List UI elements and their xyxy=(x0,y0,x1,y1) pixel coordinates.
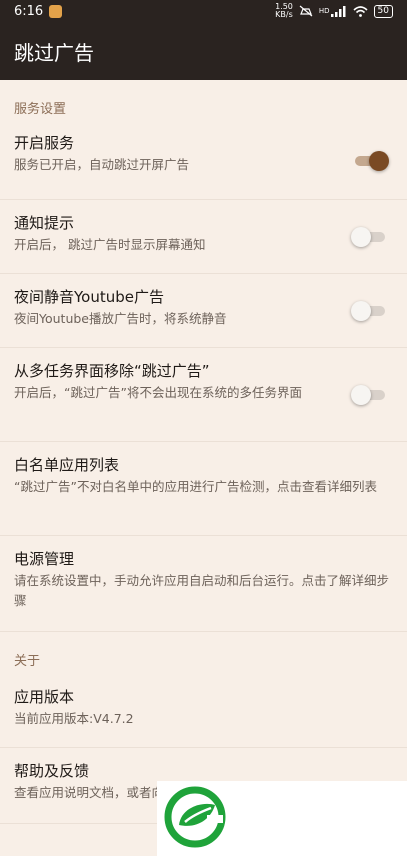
setting-title: 从多任务界面移除“跳过广告” xyxy=(14,362,210,380)
battery-indicator: 50 xyxy=(373,4,393,18)
setting-notification[interactable]: 通知提示 开启后， 跳过广告时显示屏幕通知 xyxy=(0,200,407,274)
app-bar: 跳过广告 xyxy=(0,22,407,80)
setting-whitelist[interactable]: 白名单应用列表 “跳过广告”不对白名单中的应用进行广告检测，点击查看详细列表 xyxy=(0,442,407,536)
setting-subtitle: 请在系统设置中，手动允许应用自启动和后台运行。点击了解详细步骤 xyxy=(14,573,390,608)
page-title: 跳过广告 xyxy=(14,40,94,65)
app-notification-icon xyxy=(49,4,63,18)
setting-enable-service[interactable]: 开启服务 服务已开启，自动跳过开屏广告 xyxy=(0,122,407,200)
toggle-knob xyxy=(369,150,389,171)
setting-app-version[interactable]: 应用版本 当前应用版本:V4.7.2 xyxy=(0,674,407,748)
net-speed: 1.50 KB/s xyxy=(275,3,293,19)
setting-subtitle: 当前应用版本:V4.7.2 xyxy=(14,711,134,726)
setting-title: 通知提示 xyxy=(14,214,75,232)
setting-subtitle: 开启后， 跳过广告时显示屏幕通知 xyxy=(14,237,206,252)
setting-subtitle: 服务已开启，自动跳过开屏广告 xyxy=(14,157,190,172)
hide-from-recents-toggle[interactable] xyxy=(351,384,385,405)
status-bar: 6:16 1.50 KB/s HD 50 xyxy=(0,0,407,22)
setting-title: 白名单应用列表 xyxy=(14,456,120,474)
toggle-knob xyxy=(351,226,371,247)
settings-list: 服务设置 开启服务 服务已开启，自动跳过开屏广告 通知提示 开启后， 跳过广告时… xyxy=(0,80,407,824)
wifi-icon xyxy=(353,5,368,17)
setting-subtitle: “跳过广告”不对白名单中的应用进行广告检测，点击查看详细列表 xyxy=(14,479,377,494)
toggle-knob xyxy=(351,384,371,405)
setting-title: 帮助及反馈 xyxy=(14,762,90,780)
setting-title: 夜间静音Youtube广告 xyxy=(14,288,164,306)
watermark-logo xyxy=(157,781,407,856)
network-label: HD xyxy=(318,7,330,15)
setting-hide-from-recents[interactable]: 从多任务界面移除“跳过广告” 开启后，“跳过广告”将不会出现在系统的多任务界面 xyxy=(0,348,407,442)
signal-icon: HD xyxy=(318,5,347,17)
setting-night-mute-youtube[interactable]: 夜间静音Youtube广告 夜间Youtube播放广告时，将系统静音 xyxy=(0,274,407,348)
net-speed-unit: KB/s xyxy=(275,10,293,19)
setting-title: 电源管理 xyxy=(14,550,75,568)
toggle-knob xyxy=(351,300,371,321)
leaf-logo-icon xyxy=(163,785,227,853)
section-header-service: 服务设置 xyxy=(14,102,67,117)
setting-power-management[interactable]: 电源管理 请在系统设置中，手动允许应用自启动和后台运行。点击了解详细步骤 xyxy=(0,536,407,632)
setting-subtitle: 开启后，“跳过广告”将不会出现在系统的多任务界面 xyxy=(14,385,302,400)
enable-service-toggle[interactable] xyxy=(355,150,389,171)
setting-title: 开启服务 xyxy=(14,134,75,152)
mute-icon xyxy=(299,5,313,17)
night-mute-toggle[interactable] xyxy=(351,300,385,321)
status-time: 6:16 xyxy=(14,3,44,19)
setting-subtitle: 夜间Youtube播放广告时，将系统静音 xyxy=(14,311,227,326)
setting-title: 应用版本 xyxy=(14,688,75,706)
section-header-about: 关于 xyxy=(14,654,41,669)
notification-toggle[interactable] xyxy=(351,226,385,247)
